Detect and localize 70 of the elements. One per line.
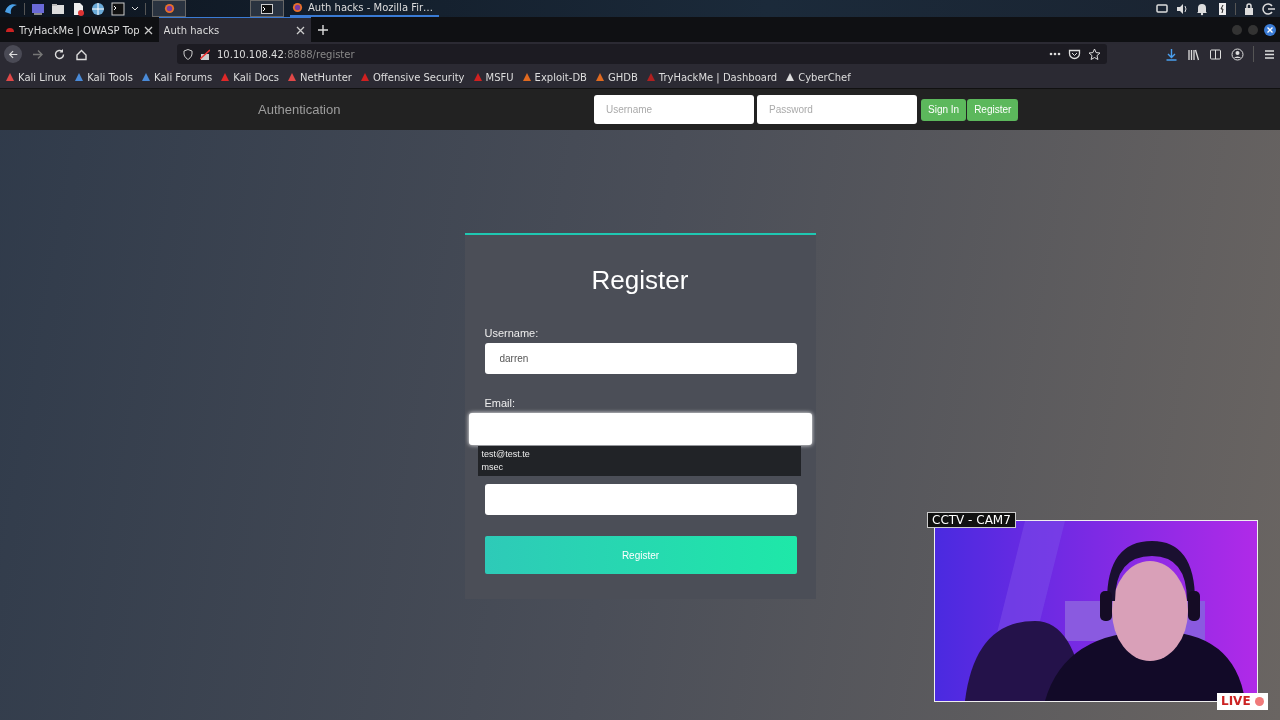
display-icon[interactable] (1155, 1, 1169, 16)
terminal-icon (261, 3, 273, 14)
bookmark-link[interactable]: Kali Linux (5, 71, 67, 83)
account-icon[interactable] (1231, 47, 1244, 61)
url-text: 10.10.108.42:8888/register (217, 48, 356, 60)
bookmark-icon (360, 72, 370, 82)
download-icon[interactable] (1165, 47, 1178, 61)
bookmark-link[interactable]: NetHunter (287, 71, 352, 83)
live-badge: LIVE (1217, 693, 1268, 710)
pocket-icon[interactable] (1068, 47, 1081, 61)
document-icon[interactable] (71, 1, 85, 16)
arrow-right-icon[interactable] (31, 47, 44, 61)
bookmark-icon (220, 72, 231, 82)
browser-tab[interactable]: Auth hacks (158, 17, 311, 42)
bookmark-link[interactable]: MSFU (472, 71, 514, 83)
autocomplete-option[interactable]: test@test.te (481, 448, 797, 461)
bookmark-link[interactable]: Exploit-DB (521, 71, 587, 83)
menu-icon[interactable] (1263, 47, 1276, 61)
bookmark-icon (785, 72, 796, 82)
camera-label: CCTV - CAM7 (927, 512, 1016, 528)
firefox-icon (163, 3, 175, 14)
bookmark-icon (287, 72, 298, 82)
bookmark-icon (472, 72, 483, 82)
email-field[interactable] (468, 413, 812, 445)
close-icon[interactable] (143, 25, 153, 35)
record-icon (1254, 697, 1264, 706)
bookmark-icon (645, 72, 656, 82)
folder-icon[interactable] (51, 1, 65, 16)
logout-icon[interactable] (1262, 1, 1276, 16)
shield-icon (183, 48, 193, 60)
firefox-icon (292, 2, 303, 13)
taskbar-button[interactable] (250, 0, 284, 17)
site-title[interactable]: Authentication (258, 102, 594, 117)
star-icon[interactable] (1088, 47, 1101, 61)
home-icon[interactable] (75, 47, 88, 61)
terminal-icon[interactable] (111, 1, 125, 16)
bookmark-icon (141, 72, 152, 82)
bookmark-icon (594, 72, 605, 82)
bookmark-icon (521, 72, 532, 82)
field-label: Username: (484, 326, 540, 341)
more-icon[interactable] (1049, 52, 1061, 56)
field-label: Email: (484, 396, 517, 411)
bookmark-link[interactable]: Kali Docs (220, 71, 280, 83)
library-icon[interactable] (1187, 47, 1200, 61)
close-icon[interactable] (1264, 23, 1276, 36)
sidebar-icon[interactable] (1209, 47, 1222, 61)
new-tab-icon[interactable] (317, 24, 328, 35)
bookmark-link[interactable]: CyberChef (785, 71, 851, 83)
bookmark-link[interactable]: TryHackMe | Dashboard (645, 71, 778, 83)
lock-icon[interactable] (1242, 1, 1256, 16)
username-field[interactable]: Username (594, 95, 754, 124)
autocomplete-option[interactable]: msec (481, 461, 797, 474)
bell-icon[interactable] (1195, 1, 1209, 16)
form-title: Register (590, 265, 690, 296)
username-field[interactable]: darren (484, 343, 797, 374)
address-bar[interactable]: 10.10.108.42:8888/register (177, 44, 1107, 64)
bookmark-link[interactable]: Kali Tools (74, 71, 134, 83)
insecure-lock-icon (200, 48, 210, 60)
password-field[interactable] (484, 484, 797, 515)
chevron-down-icon[interactable] (131, 4, 139, 13)
close-icon[interactable] (295, 25, 305, 35)
bookmark-link[interactable]: GHDB (594, 71, 638, 83)
bookmark-icon (5, 72, 15, 82)
reload-icon[interactable] (53, 47, 66, 61)
password-field[interactable]: Password (757, 95, 917, 124)
bookmark-link[interactable]: Kali Forums (141, 71, 213, 83)
desktop-icon[interactable] (31, 1, 45, 16)
bookmark-icon (74, 72, 85, 82)
bookmark-link[interactable]: Offensive Security (360, 71, 465, 83)
globe-icon[interactable] (91, 1, 105, 16)
